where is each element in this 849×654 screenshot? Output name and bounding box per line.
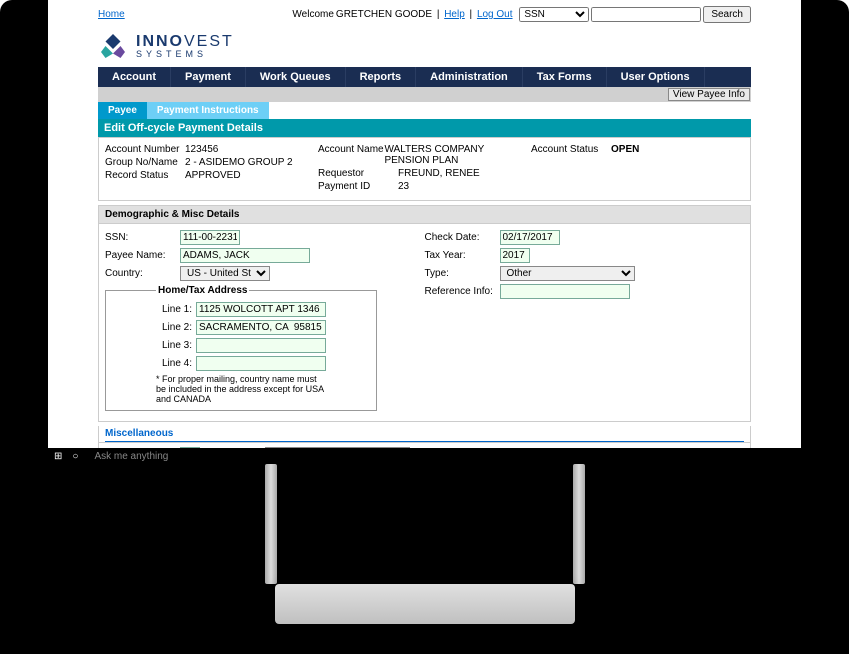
search-type-select[interactable]: SSN [519, 7, 589, 22]
info-panel: Account Number123456 Group No/Name2 - AS… [98, 137, 751, 201]
windows-taskbar[interactable]: ⊞ ○ Ask me anything [48, 448, 801, 464]
record-status-value: APPROVED [185, 170, 241, 181]
ssn-input[interactable] [180, 230, 240, 245]
top-bar: Home Welcome GRETCHEN GOODE | Help | Log… [98, 4, 751, 25]
check-date-input[interactable] [500, 230, 560, 245]
nav-reports[interactable]: Reports [346, 67, 417, 87]
nav-work-queues[interactable]: Work Queues [246, 67, 346, 87]
monitor-bezel: Home Welcome GRETCHEN GOODE | Help | Log… [48, 0, 801, 464]
group-label: Group No/Name [105, 157, 185, 168]
tax-year-input[interactable] [500, 248, 530, 263]
tab-payee[interactable]: Payee [98, 102, 147, 119]
monitor-stand-arm [265, 464, 585, 594]
tab-payment-instructions[interactable]: Payment Instructions [147, 102, 269, 119]
payment-id-label: Payment ID [318, 181, 398, 192]
tab-row: Payee Payment Instructions [98, 102, 751, 119]
app-body: Home Welcome GRETCHEN GOODE | Help | Log… [48, 0, 801, 448]
tax-year-label: Tax Year: [425, 250, 500, 261]
main-nav: Account Payment Work Queues Reports Admi… [98, 67, 751, 87]
line2-label: Line 2: [156, 322, 196, 333]
account-number-value: 123456 [185, 144, 218, 155]
welcome-user: GRETCHEN GOODE [336, 9, 432, 20]
ref-info-label: Reference Info: [425, 286, 500, 297]
screen-content: Home Welcome GRETCHEN GOODE | Help | Log… [48, 0, 801, 448]
taskbar-search-placeholder[interactable]: Ask me anything [94, 451, 168, 462]
account-name-label: Account Name [318, 144, 384, 166]
record-status-label: Record Status [105, 170, 185, 181]
sub-bar: View Payee Info [98, 87, 751, 102]
addr-line1-input[interactable] [196, 302, 326, 317]
account-status-value: OPEN [611, 144, 639, 155]
line1-label: Line 1: [156, 304, 196, 315]
help-link[interactable]: Help [444, 9, 465, 20]
demographic-panel: SSN: Payee Name: Country:US - United Sta… [98, 224, 751, 422]
group-value: 2 - ASIDEMO GROUP 2 [185, 157, 293, 168]
logo-row: INNOVEST SYSTEMS [98, 25, 751, 67]
misc-header[interactable]: Miscellaneous [105, 426, 744, 442]
nav-user-options[interactable]: User Options [607, 67, 705, 87]
windows-start-icon[interactable]: ⊞ [54, 451, 62, 462]
address-legend: Home/Tax Address [156, 285, 249, 296]
monitor-frame: Home Welcome GRETCHEN GOODE | Help | Log… [0, 0, 849, 654]
country-label: Country: [105, 268, 180, 279]
view-payee-button[interactable]: View Payee Info [668, 88, 750, 101]
addr-line3-input[interactable] [196, 338, 326, 353]
country-select[interactable]: US - United States [180, 266, 270, 281]
account-name-value: WALTERS COMPANY PENSION PLAN [384, 144, 531, 166]
ssn-label: SSN: [105, 232, 180, 243]
logout-link[interactable]: Log Out [477, 9, 513, 20]
ref-info-input[interactable] [500, 284, 630, 299]
payment-id-value: 23 [398, 181, 409, 192]
line3-label: Line 3: [156, 340, 196, 351]
payee-name-label: Payee Name: [105, 250, 180, 261]
cortana-icon[interactable]: ○ [72, 451, 78, 462]
nav-account[interactable]: Account [98, 67, 171, 87]
demographic-header: Demographic & Misc Details [98, 205, 751, 224]
logo-icon [98, 31, 128, 61]
type-select[interactable]: Other [500, 266, 635, 281]
requestor-label: Requestor [318, 168, 398, 179]
nav-payment[interactable]: Payment [171, 67, 246, 87]
addr-line4-input[interactable] [196, 356, 326, 371]
monitor-base [275, 584, 575, 624]
section-title: Edit Off-cycle Payment Details [98, 119, 751, 137]
check-date-label: Check Date: [425, 232, 500, 243]
top-right: Welcome GRETCHEN GOODE | Help | Log Out … [292, 6, 751, 23]
search-button[interactable]: Search [703, 6, 751, 23]
requestor-value: FREUND, RENEE [398, 168, 480, 179]
address-note: * For proper mailing, country name must … [156, 374, 326, 404]
line4-label: Line 4: [156, 358, 196, 369]
payee-name-input[interactable] [180, 248, 310, 263]
address-fieldset: Home/Tax Address Line 1: Line 2: Line 3:… [105, 285, 377, 411]
home-link[interactable]: Home [98, 9, 125, 20]
account-status-label: Account Status [531, 144, 611, 155]
addr-line2-input[interactable] [196, 320, 326, 335]
welcome-prefix: Welcome [292, 9, 334, 20]
type-label: Type: [425, 268, 500, 279]
nav-administration[interactable]: Administration [416, 67, 523, 87]
account-number-label: Account Number [105, 144, 185, 155]
search-input[interactable] [591, 7, 701, 22]
nav-tax-forms[interactable]: Tax Forms [523, 67, 607, 87]
